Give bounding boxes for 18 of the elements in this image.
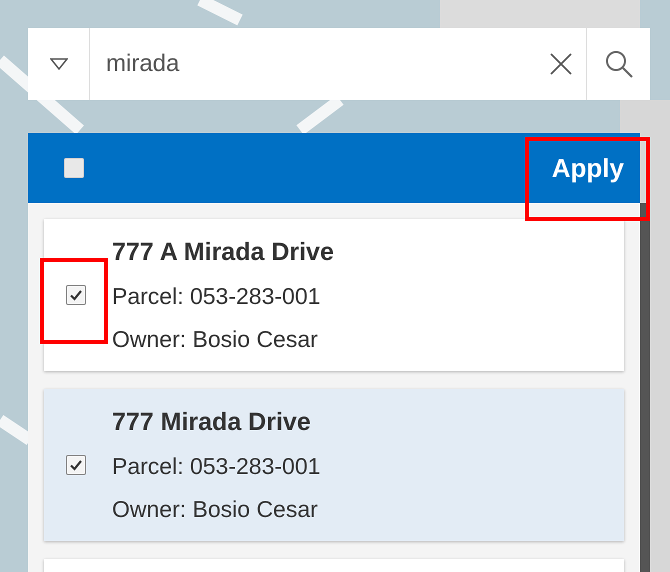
- address-title: 777 Mirada Drive: [112, 406, 312, 438]
- check-icon: [69, 288, 83, 302]
- result-card[interactable]: 777 Mirada Drive Parcel: 053-283-001 Owner: Bosio Cesar: [44, 389, 624, 541]
- apply-button[interactable]: Apply: [552, 148, 624, 188]
- parcel-text: Parcel: 053-283-001: [112, 452, 320, 482]
- checkbox[interactable]: [64, 158, 84, 178]
- search-bar[interactable]: mirada: [28, 28, 650, 100]
- caret-icon: [50, 58, 68, 70]
- result-card[interactable]: 777 A Mirada Drive Parcel: 053-283-001 Owner: Bosio Cesar: [44, 219, 624, 371]
- close-icon: [549, 52, 573, 76]
- checkbox[interactable]: [66, 455, 86, 475]
- search-icon: [604, 49, 634, 79]
- owner-text: Owner: Bosio Cesar: [112, 494, 319, 524]
- checkbox[interactable]: [66, 285, 86, 305]
- address-title: 777 A Mirada Drive: [112, 236, 334, 268]
- owner-text: Owner: Bosio Cesar: [112, 324, 319, 354]
- parcel-text: Parcel: 053-283-001: [112, 282, 322, 312]
- check-icon: [69, 458, 83, 472]
